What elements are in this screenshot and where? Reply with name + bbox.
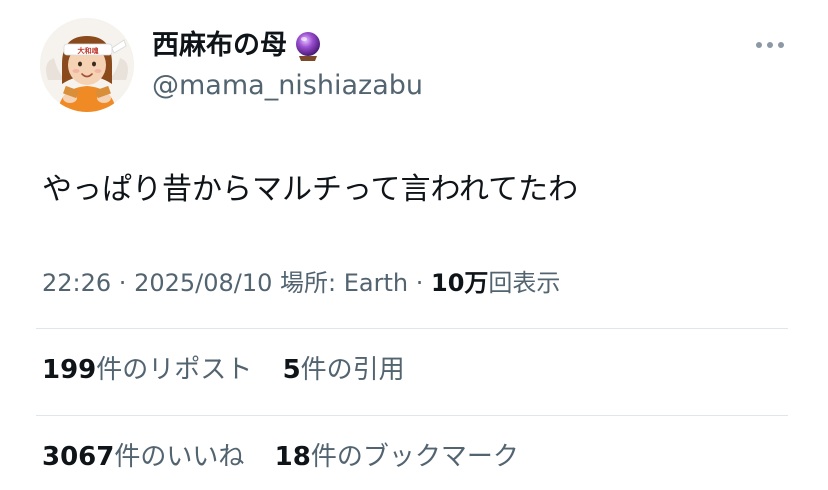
location-value: Earth (343, 269, 409, 297)
post-time[interactable]: 22:26 (42, 269, 111, 297)
reposts-label: 件のリポスト (96, 355, 253, 385)
post-date[interactable]: 2025/08/10 (134, 269, 272, 297)
post-meta: 22:26 · 2025/08/10 場所: Earth · 10万回表示 (42, 266, 560, 300)
bookmarks-count: 18 (274, 442, 311, 472)
avatar-illustration: 大和魂 (40, 18, 134, 112)
post-text: やっぱり昔からマルチって言われてたわ (42, 172, 579, 207)
quotes-count: 5 (282, 355, 301, 385)
more-dots-icon (756, 42, 784, 48)
location-label: 場所: (280, 269, 344, 297)
avatar[interactable]: 大和魂 (40, 18, 134, 112)
quotes-label: 件の引用 (300, 355, 405, 385)
bookmarks-label: 件のブックマーク (310, 442, 519, 472)
reposts-stat[interactable]: 199件のリポスト (42, 352, 252, 388)
user-handle[interactable]: @mama_nishiazabu (152, 68, 423, 104)
views-label: 回表示 (488, 269, 561, 297)
divider (36, 415, 788, 416)
meta-separator-2: · (408, 269, 431, 297)
meta-separator: · (111, 269, 135, 297)
crystal-ball-icon (291, 29, 325, 63)
more-options-button[interactable] (752, 30, 788, 60)
bookmarks-stat[interactable]: 18件のブックマーク (275, 439, 519, 475)
views-count: 10万 (431, 269, 489, 297)
reposts-count: 199 (42, 355, 97, 385)
quotes-stat[interactable]: 5件の引用 (283, 352, 405, 388)
stats-row-likes: 3067件のいいね 18件のブックマーク (42, 439, 519, 475)
headband-text: 大和魂 (78, 46, 99, 55)
likes-label: 件のいいね (114, 442, 245, 472)
display-name[interactable]: 西麻布の母 (152, 28, 325, 64)
display-name-text: 西麻布の母 (152, 30, 287, 61)
stats-row-reposts: 199件のリポスト 5件の引用 (42, 352, 405, 388)
divider (36, 328, 788, 329)
likes-count: 3067 (42, 442, 115, 472)
likes-stat[interactable]: 3067件のいいね (42, 439, 244, 475)
